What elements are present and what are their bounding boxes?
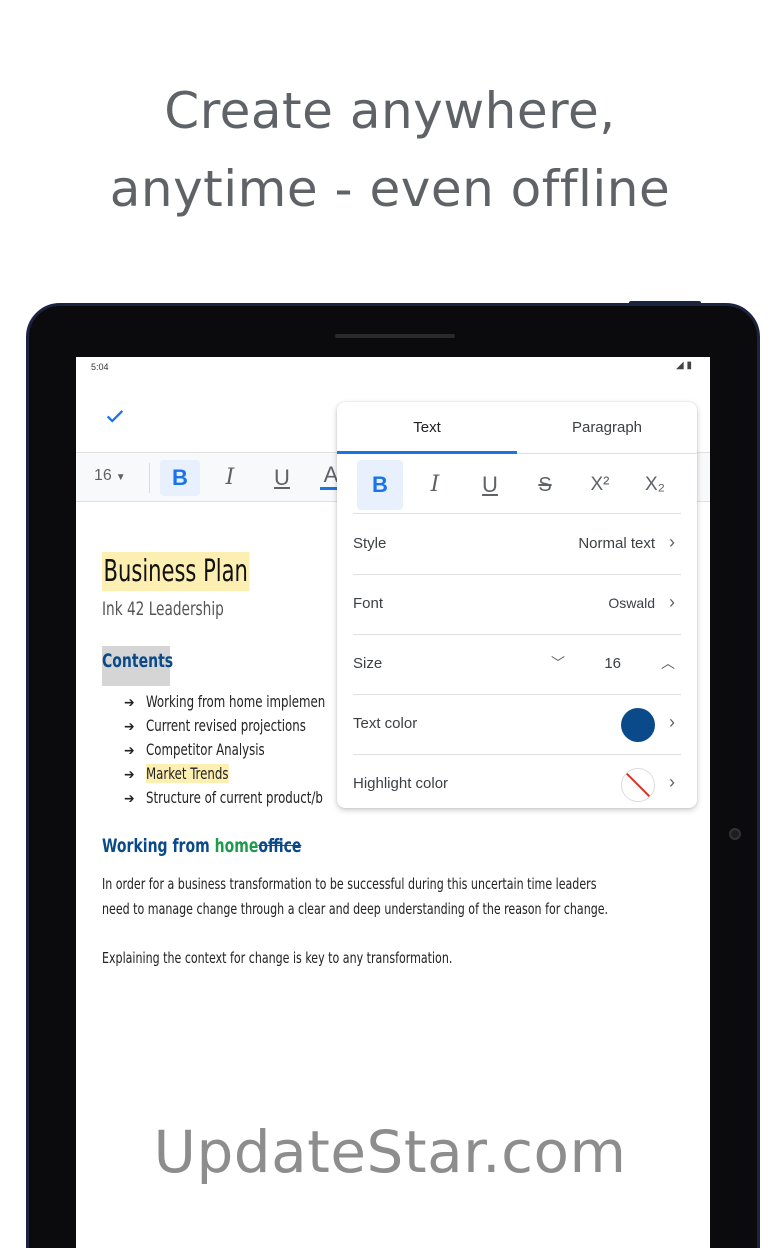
font-row[interactable]: Font Oswald › xyxy=(353,575,681,635)
font-size-value: 16 xyxy=(94,467,112,484)
paragraph-1: In order for a business transformation t… xyxy=(102,872,608,922)
style-value: Normal text xyxy=(578,535,655,552)
list-item: ➔ Structure of current product/b xyxy=(124,788,365,812)
tablet-screen: 5:04 ◢ ▮ 16 ▼ B I U A Business Plan Ink 4… xyxy=(76,357,710,1248)
list-item: ➔ Current revised projections xyxy=(124,716,365,740)
tablet-camera xyxy=(729,828,741,840)
list-item-text: Structure of current product/b xyxy=(146,788,323,807)
headline-line-2: anytime - even offline xyxy=(109,160,671,218)
highlight-color-row[interactable]: Highlight color › xyxy=(353,755,681,808)
tablet-power-button xyxy=(629,301,701,306)
text-color-swatch xyxy=(621,708,655,742)
list-item-text: Working from home implemen xyxy=(146,692,326,711)
format-panel: Text Paragraph B I U S X² X₂ Style Norma… xyxy=(337,402,697,808)
font-size-dropdown[interactable]: 16 ▼ xyxy=(94,467,126,485)
tab-paragraph[interactable]: Paragraph xyxy=(517,402,697,454)
arrow-icon: ➔ xyxy=(124,695,135,711)
done-button[interactable] xyxy=(104,405,130,431)
chevron-right-icon: › xyxy=(669,532,675,552)
arrow-icon: ➔ xyxy=(124,791,135,807)
section-heading-prefix: Working from xyxy=(102,835,215,857)
list-item-text: Competitor Analysis xyxy=(146,740,265,759)
paragraph-1-line-2: need to manage change through a clear an… xyxy=(102,900,609,918)
section-heading: Working from homeoffice xyxy=(102,835,301,857)
arrow-icon: ➔ xyxy=(124,743,135,759)
tab-indicator xyxy=(337,451,517,454)
format-buttons-row: B I U S X² X₂ xyxy=(353,458,681,514)
arrow-icon: ➔ xyxy=(124,719,135,735)
contents-heading: Contents xyxy=(102,646,174,686)
tab-text[interactable]: Text xyxy=(337,402,517,454)
style-label: Style xyxy=(353,535,387,552)
paragraph-2: Explaining the context for change is key… xyxy=(102,949,453,967)
toolbar-divider xyxy=(149,463,150,493)
size-row: Size ﹀ 16 ︿ xyxy=(353,635,681,695)
doc-title: Business Plan xyxy=(102,552,250,591)
font-value: Oswald xyxy=(608,595,655,611)
highlight-color-label: Highlight color xyxy=(353,775,449,792)
status-time: 5:04 xyxy=(91,362,109,372)
section-heading-insert: home xyxy=(214,835,259,857)
strikethrough-button[interactable]: S xyxy=(522,460,568,510)
status-bar: 5:04 ◢ ▮ xyxy=(76,357,710,377)
underline-button[interactable]: U xyxy=(467,460,513,510)
text-color-row[interactable]: Text color › xyxy=(353,695,681,755)
list-item-text-highlighted: Market Trends xyxy=(146,764,229,783)
font-label: Font xyxy=(353,595,384,612)
size-label: Size xyxy=(353,655,383,672)
toolbar-bold-button[interactable]: B xyxy=(160,460,200,496)
chevron-up-icon[interactable]: ︿ xyxy=(661,653,675,673)
list-item: ➔ Working from home implemen xyxy=(124,692,365,716)
list-item-text: Current revised projections xyxy=(146,716,306,735)
list-item: ➔ Market Trends xyxy=(124,764,365,788)
toolbar-underline-button[interactable]: U xyxy=(262,460,302,496)
list-item: ➔ Competitor Analysis xyxy=(124,740,365,764)
headline-line-1: Create anywhere, xyxy=(164,82,616,140)
chevron-right-icon: › xyxy=(669,712,675,732)
superscript-button[interactable]: X² xyxy=(577,460,623,510)
bold-button[interactable]: B xyxy=(357,460,403,510)
watermark: UpdateStar.com xyxy=(153,1118,627,1186)
chevron-right-icon: › xyxy=(669,592,675,612)
arrow-icon: ➔ xyxy=(124,767,135,783)
doc-subtitle: Ink 42 Leadership xyxy=(102,598,224,620)
no-color-swatch xyxy=(621,768,655,802)
chevron-right-icon: › xyxy=(669,772,675,792)
caret-down-icon: ▼ xyxy=(115,472,126,483)
contents-heading-text: Contents xyxy=(102,650,174,672)
subscript-button[interactable]: X₂ xyxy=(632,460,678,510)
contents-list: ➔ Working from home implemen ➔ Current rev… xyxy=(124,692,365,812)
italic-button[interactable]: I xyxy=(412,460,458,510)
check-icon xyxy=(106,410,124,423)
toolbar-italic-button[interactable]: I xyxy=(210,460,250,496)
style-row[interactable]: Style Normal text › xyxy=(353,515,681,575)
text-color-label: Text color xyxy=(353,715,418,732)
tablet-speaker xyxy=(335,334,455,338)
status-icons: ◢ ▮ xyxy=(676,360,692,371)
section-heading-deleted: office xyxy=(258,835,302,857)
format-tabs: Text Paragraph xyxy=(337,402,697,454)
paragraph-1-line-1: In order for a business transformation t… xyxy=(102,875,597,893)
chevron-down-icon[interactable]: ﹀ xyxy=(551,653,565,673)
size-value: 16 xyxy=(604,655,621,672)
